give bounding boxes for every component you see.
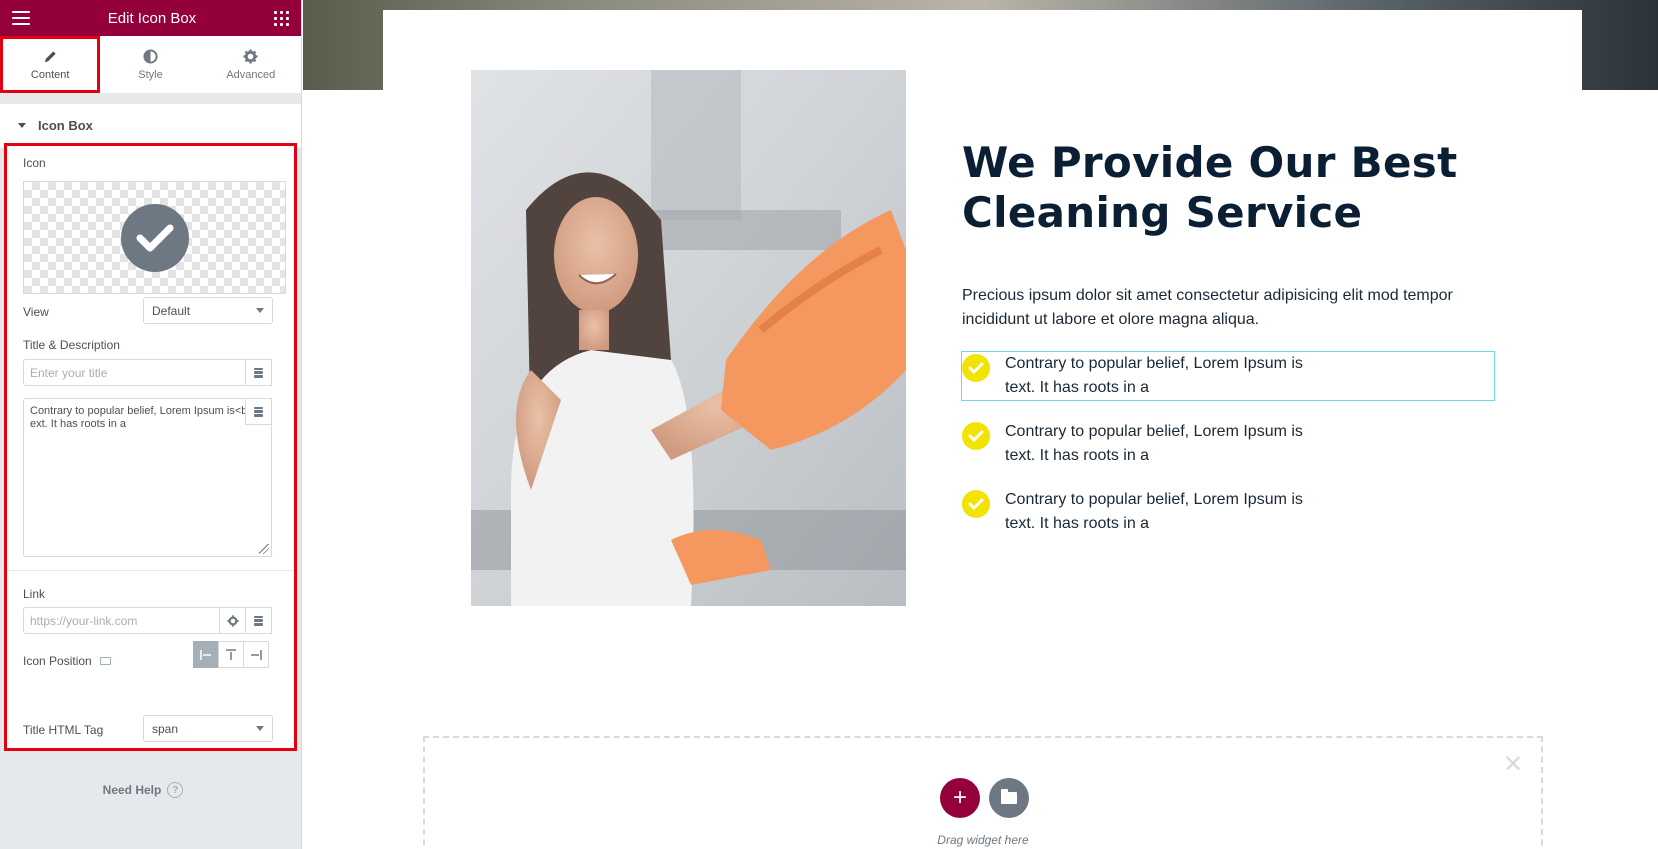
check-circle-icon bbox=[120, 203, 189, 272]
description-textarea[interactable]: Contrary to popular belief, Lorem Ipsum … bbox=[23, 398, 272, 557]
view-label: View bbox=[23, 305, 49, 319]
drag-widget-hint: Drag widget here bbox=[937, 833, 1029, 847]
check-circle-icon bbox=[962, 354, 990, 382]
gear-icon bbox=[226, 614, 239, 627]
database-icon bbox=[254, 367, 263, 378]
icon-box-controls: Icon View Default Title & Description En… bbox=[4, 143, 297, 751]
icon-position-choices bbox=[193, 641, 269, 668]
pencil-icon bbox=[44, 50, 56, 62]
title-html-tag-label: Title HTML Tag bbox=[23, 723, 104, 737]
page-canvas: We Provide Our Best Cleaning Service Pre… bbox=[303, 0, 1658, 849]
view-select[interactable]: Default bbox=[143, 297, 273, 324]
tab-style[interactable]: Style bbox=[100, 36, 200, 93]
link-input[interactable]: https://your-link.com bbox=[23, 607, 220, 634]
database-icon bbox=[254, 406, 263, 417]
title-description-label: Title & Description bbox=[23, 338, 120, 352]
gear-icon bbox=[243, 48, 258, 64]
panel-title: Edit Icon Box bbox=[107, 9, 197, 27]
title-input[interactable]: Enter your title bbox=[23, 359, 246, 386]
icon-box-text: Contrary to popular belief, Lorem Ipsum … bbox=[1005, 491, 1303, 532]
section-lead-text: Precious ipsum dolor sit amet consectetu… bbox=[962, 287, 1453, 328]
tab-style-label: Style bbox=[138, 68, 163, 81]
resize-handle-icon[interactable] bbox=[259, 544, 269, 554]
title-dynamic-button[interactable] bbox=[245, 359, 272, 386]
icon-box-item[interactable]: Contrary to popular belief, Lorem Ipsum … bbox=[962, 488, 1494, 536]
add-template-button[interactable] bbox=[989, 778, 1029, 818]
icon-label: Icon bbox=[23, 156, 46, 170]
link-label: Link bbox=[23, 587, 46, 601]
icon-position-right-button[interactable] bbox=[243, 641, 269, 668]
icon-position-left-button[interactable] bbox=[193, 641, 219, 668]
need-help-link[interactable]: Need Help ? bbox=[0, 782, 286, 798]
icon-box-text: Contrary to popular belief, Lorem Ipsum … bbox=[1005, 423, 1303, 464]
check-circle-icon bbox=[962, 422, 990, 450]
align-top-icon bbox=[226, 648, 236, 660]
title-html-tag-value: span bbox=[152, 721, 179, 736]
plus-icon: + bbox=[952, 784, 967, 811]
hamburger-menu-icon[interactable] bbox=[12, 11, 30, 25]
need-help-label: Need Help bbox=[102, 783, 162, 797]
link-options-button[interactable] bbox=[219, 607, 246, 634]
editor-panel: Edit Icon Box Content Style Advanced Ico… bbox=[0, 0, 302, 849]
panel-tabs: Content Style Advanced bbox=[0, 36, 301, 94]
align-right-icon bbox=[251, 649, 262, 660]
icon-position-top-button[interactable] bbox=[218, 641, 244, 668]
tab-content[interactable]: Content bbox=[0, 36, 101, 93]
section-title: Icon Box bbox=[38, 118, 93, 133]
section-heading: We Provide Our Best Cleaning Service bbox=[962, 138, 1458, 237]
question-icon: ? bbox=[167, 782, 184, 798]
tab-advanced-label: Advanced bbox=[226, 68, 276, 81]
tab-advanced[interactable]: Advanced bbox=[201, 36, 301, 93]
cleaning-woman-photo bbox=[471, 70, 906, 606]
database-icon bbox=[254, 615, 263, 626]
check-circle-icon bbox=[962, 490, 990, 518]
folder-icon bbox=[1001, 789, 1017, 804]
caret-down-icon bbox=[18, 123, 26, 128]
icon-picker[interactable] bbox=[23, 181, 286, 294]
add-section-button[interactable]: + bbox=[940, 778, 980, 818]
widgets-grid-icon[interactable] bbox=[273, 10, 289, 26]
chevron-down-icon bbox=[256, 726, 264, 731]
half-circle-icon bbox=[143, 48, 158, 64]
divider bbox=[7, 570, 294, 571]
view-select-value: Default bbox=[152, 303, 191, 318]
icon-box-item[interactable]: Contrary to popular belief, Lorem Ipsum … bbox=[961, 351, 1495, 401]
close-icon[interactable]: ✕ bbox=[1503, 753, 1523, 777]
description-text: Contrary to popular belief, Lorem Ipsum … bbox=[30, 405, 264, 430]
section-toggle-icon-box[interactable]: Icon Box bbox=[0, 104, 301, 148]
icon-box-item[interactable]: Contrary to popular belief, Lorem Ipsum … bbox=[962, 420, 1494, 468]
tab-content-label: Content bbox=[30, 68, 70, 81]
desktop-icon[interactable] bbox=[99, 656, 111, 665]
align-left-icon bbox=[200, 649, 211, 660]
panel-header: Edit Icon Box bbox=[0, 0, 301, 36]
chevron-down-icon bbox=[256, 308, 264, 313]
icon-box-text: Contrary to popular belief, Lorem Ipsum … bbox=[1005, 355, 1303, 396]
link-dynamic-button[interactable] bbox=[245, 607, 272, 634]
icon-position-label: Icon Position bbox=[23, 654, 111, 668]
description-dynamic-button[interactable] bbox=[245, 398, 272, 425]
icon-position-label-text: Icon Position bbox=[23, 654, 92, 668]
title-html-tag-select[interactable]: span bbox=[143, 715, 273, 742]
